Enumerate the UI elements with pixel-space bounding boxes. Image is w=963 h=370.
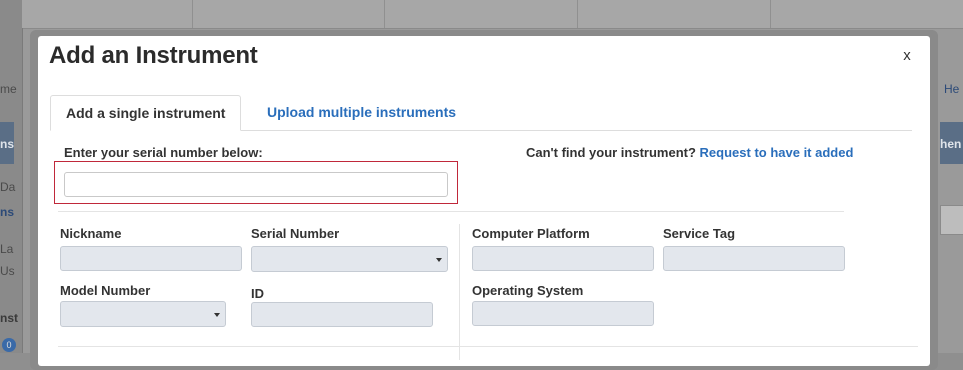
tab-add-single-instrument[interactable]: Add a single instrument [50,95,242,131]
service-tag-label: Service Tag [663,226,736,241]
model-number-label: Model Number [60,283,151,298]
background-right-select [940,205,963,235]
background-left-panel [0,0,22,353]
background-text: ns [0,137,15,151]
background-text: Da [0,180,16,194]
serial-number-input[interactable] [64,172,448,197]
operating-system-label: Operating System [472,283,584,298]
background-text: ns [0,205,15,219]
cant-find-instrument: Can't find your instrument? Request to h… [526,145,853,160]
background-divider [22,28,23,353]
modal-title: Add an Instrument [49,42,258,69]
caret-down-icon [436,258,442,262]
background-text: Us [0,264,15,278]
divider [459,224,460,360]
background-text: me [0,82,17,96]
nickname-label: Nickname [60,226,122,241]
cant-find-text: Can't find your instrument? [526,145,696,160]
background-column-divider [770,0,771,28]
caret-down-icon [214,313,220,317]
add-instrument-modal: Add an Instrument x Add a single instrum… [38,36,930,366]
id-field[interactable] [251,302,433,327]
serial-number-label: Serial Number [251,226,340,241]
computer-platform-label: Computer Platform [472,226,590,241]
divider [58,346,918,347]
tab-bar: Add a single instrument Upload multiple … [50,95,912,131]
background-text: nst [0,311,18,325]
divider [58,211,844,212]
background-column-divider [192,0,193,28]
serial-number-select[interactable] [251,246,448,272]
computer-platform-field[interactable] [472,246,654,271]
background-column-divider [577,0,578,28]
serial-number-prompt: Enter your serial number below: [64,145,263,160]
background-text: He [944,82,960,96]
service-tag-field[interactable] [663,246,845,271]
model-number-select[interactable] [60,301,226,327]
background-text: hen [940,137,962,151]
background-column-divider [384,0,385,28]
nickname-field[interactable] [60,246,242,271]
id-label: ID [251,286,264,301]
background-badge: 0 [2,338,16,352]
close-button[interactable]: x [900,47,914,64]
tab-upload-multiple-instruments[interactable]: Upload multiple instruments [252,95,471,130]
background-text: La [0,242,14,256]
background-top-bar [22,0,963,29]
operating-system-field[interactable] [472,301,654,326]
request-instrument-link[interactable]: Request to have it added [700,145,854,160]
